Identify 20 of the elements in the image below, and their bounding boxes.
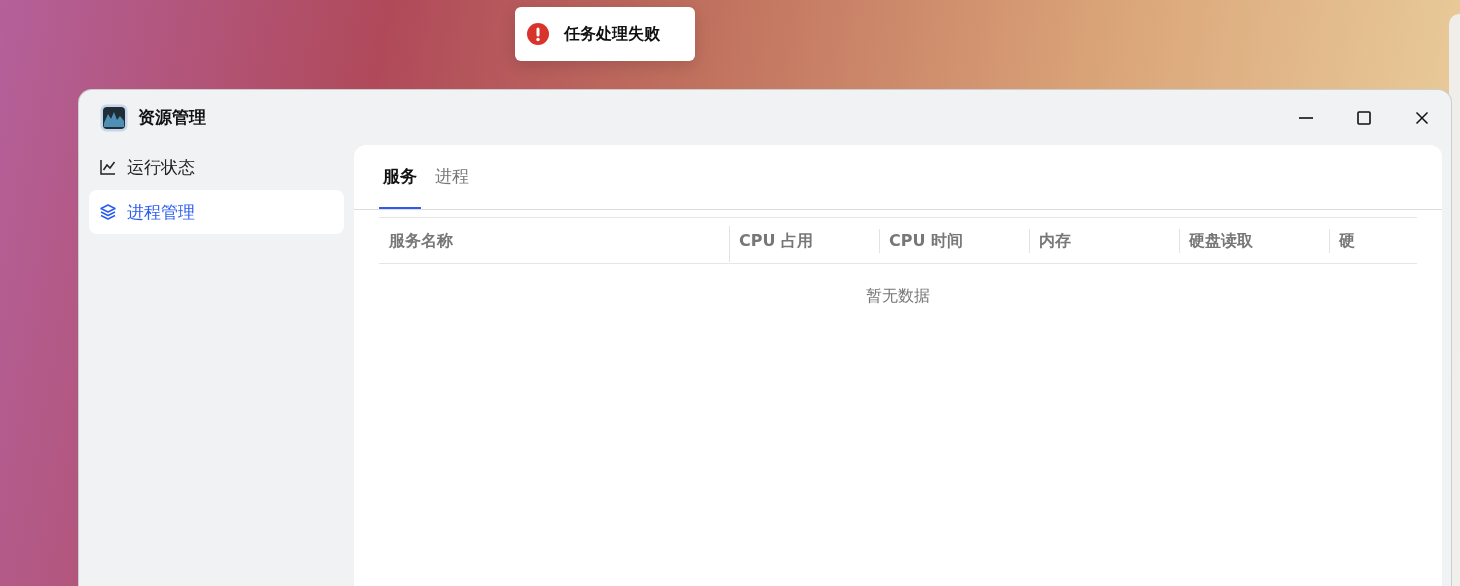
- window-title: 资源管理: [138, 106, 206, 129]
- column-header[interactable]: 硬盘读取: [1179, 218, 1329, 263]
- sidebar-item[interactable]: 运行状态: [89, 145, 344, 189]
- error-icon: [526, 22, 550, 46]
- sidebar-item[interactable]: 进程管理: [89, 190, 344, 234]
- maximize-icon: [1356, 109, 1372, 126]
- tab[interactable]: 进程: [431, 145, 473, 209]
- column-header[interactable]: 服务名称: [379, 218, 729, 263]
- line-chart-icon: [99, 158, 117, 176]
- app-icon: [100, 103, 128, 132]
- toast-message: 任务处理失败: [564, 23, 660, 45]
- column-header[interactable]: CPU 时间: [879, 218, 1029, 263]
- minimize-icon: [1298, 116, 1314, 119]
- column-header[interactable]: CPU 占用: [729, 218, 879, 263]
- layers-icon: [99, 203, 117, 221]
- column-header[interactable]: 硬: [1329, 218, 1417, 263]
- tab[interactable]: 服务: [379, 145, 421, 209]
- close-icon: [1414, 109, 1430, 126]
- empty-message: 暂无数据: [865, 286, 931, 307]
- column-header[interactable]: 内存: [1029, 218, 1179, 263]
